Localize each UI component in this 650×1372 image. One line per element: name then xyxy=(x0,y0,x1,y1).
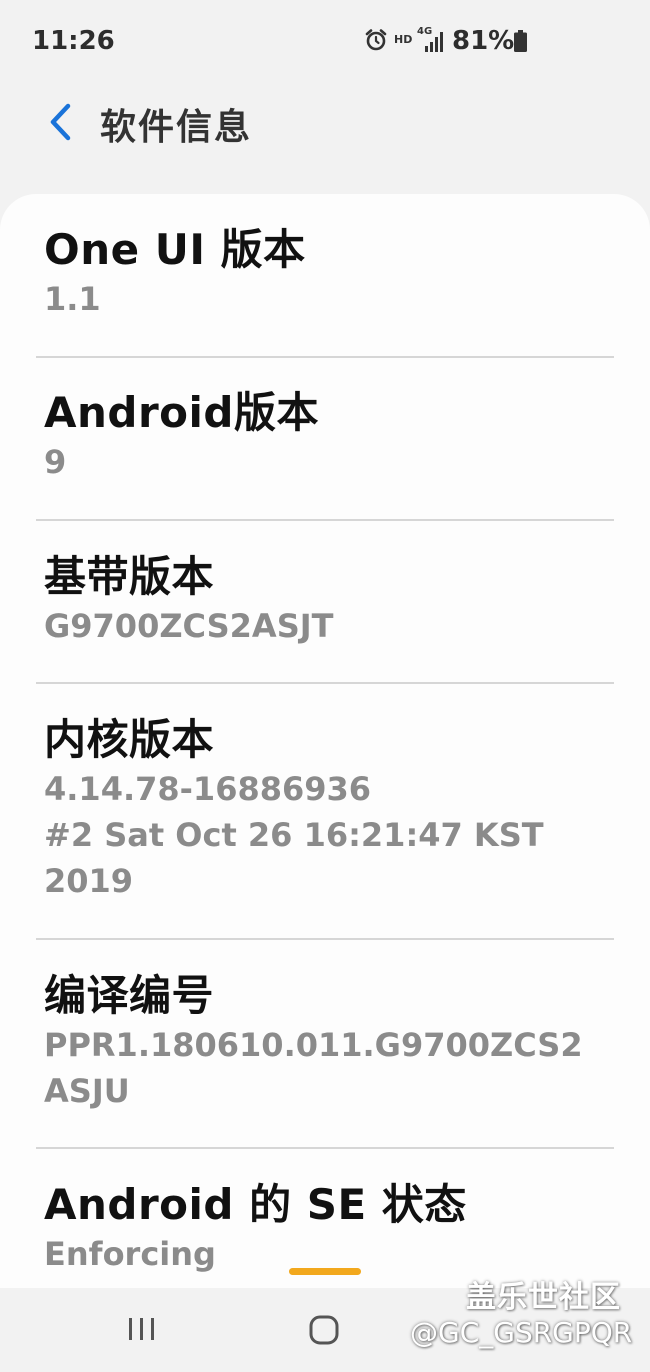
recent-apps-icon[interactable] xyxy=(124,1314,160,1344)
info-item-baseband-version[interactable]: 基带版本 G9700ZCS2ASJT xyxy=(0,551,650,649)
software-info-card: One UI 版本 1.1 Android版本 9 基带版本 G9700ZCS2… xyxy=(0,194,650,1288)
item-value-line: ASJU xyxy=(44,1072,130,1110)
item-value: 9 xyxy=(44,443,67,481)
phone-screen: 11:26 HD 4G 81% 软件信息 One UI 版本 1.1 Andro… xyxy=(0,0,650,1372)
info-item-kernel-version[interactable]: 内核版本 4.14.78-16886936 #2 Sat Oct 26 16:2… xyxy=(0,714,650,904)
page-title: 软件信息 xyxy=(100,107,253,148)
watermark-community: 盖乐世社区 xyxy=(466,1280,621,1315)
back-button[interactable] xyxy=(38,96,82,148)
divider xyxy=(36,1147,614,1149)
item-value-line: 4.14.78-16886936 xyxy=(44,770,372,808)
item-title: 编译编号 xyxy=(44,971,215,1020)
status-time: 11:26 xyxy=(32,26,115,56)
alarm-icon xyxy=(365,29,387,51)
item-value-line: 2019 xyxy=(44,862,134,900)
item-value: 1.1 xyxy=(44,280,101,318)
chevron-left-icon xyxy=(50,103,71,141)
item-value-line: #2 Sat Oct 26 16:21:47 KST xyxy=(44,816,544,854)
item-title: 内核版本 xyxy=(44,715,215,764)
info-item-one-ui-version[interactable]: One UI 版本 1.1 xyxy=(0,224,650,322)
hd-label: HD xyxy=(394,33,413,46)
item-value: G9700ZCS2ASJT xyxy=(44,607,334,645)
home-icon[interactable] xyxy=(306,1312,342,1348)
info-item-build-number[interactable]: 编译编号 PPR1.180610.011.G9700ZCS2 ASJU xyxy=(0,970,650,1114)
battery-percent: 81% xyxy=(452,26,515,56)
scroll-indicator xyxy=(289,1268,361,1275)
item-value-line: PPR1.180610.011.G9700ZCS2 xyxy=(44,1026,583,1064)
battery-icon xyxy=(514,30,527,52)
item-title: One UI 版本 xyxy=(44,225,306,274)
status-icons: HD 4G 81% xyxy=(360,26,530,58)
watermark-handle: @GC_GSRGPQR xyxy=(410,1316,633,1349)
info-item-selinux-status[interactable]: Android 的 SE 状态 Enforcing xyxy=(0,1179,650,1277)
signal-icon xyxy=(425,32,443,52)
item-title: Android 的 SE 状态 xyxy=(44,1180,467,1229)
divider xyxy=(36,519,614,521)
divider xyxy=(36,938,614,940)
divider xyxy=(36,682,614,684)
status-bar: 11:26 HD 4G 81% xyxy=(0,0,650,84)
info-item-android-version[interactable]: Android版本 9 xyxy=(0,387,650,485)
item-title: 基带版本 xyxy=(44,552,215,601)
item-title: Android版本 xyxy=(44,388,319,437)
divider xyxy=(36,356,614,358)
